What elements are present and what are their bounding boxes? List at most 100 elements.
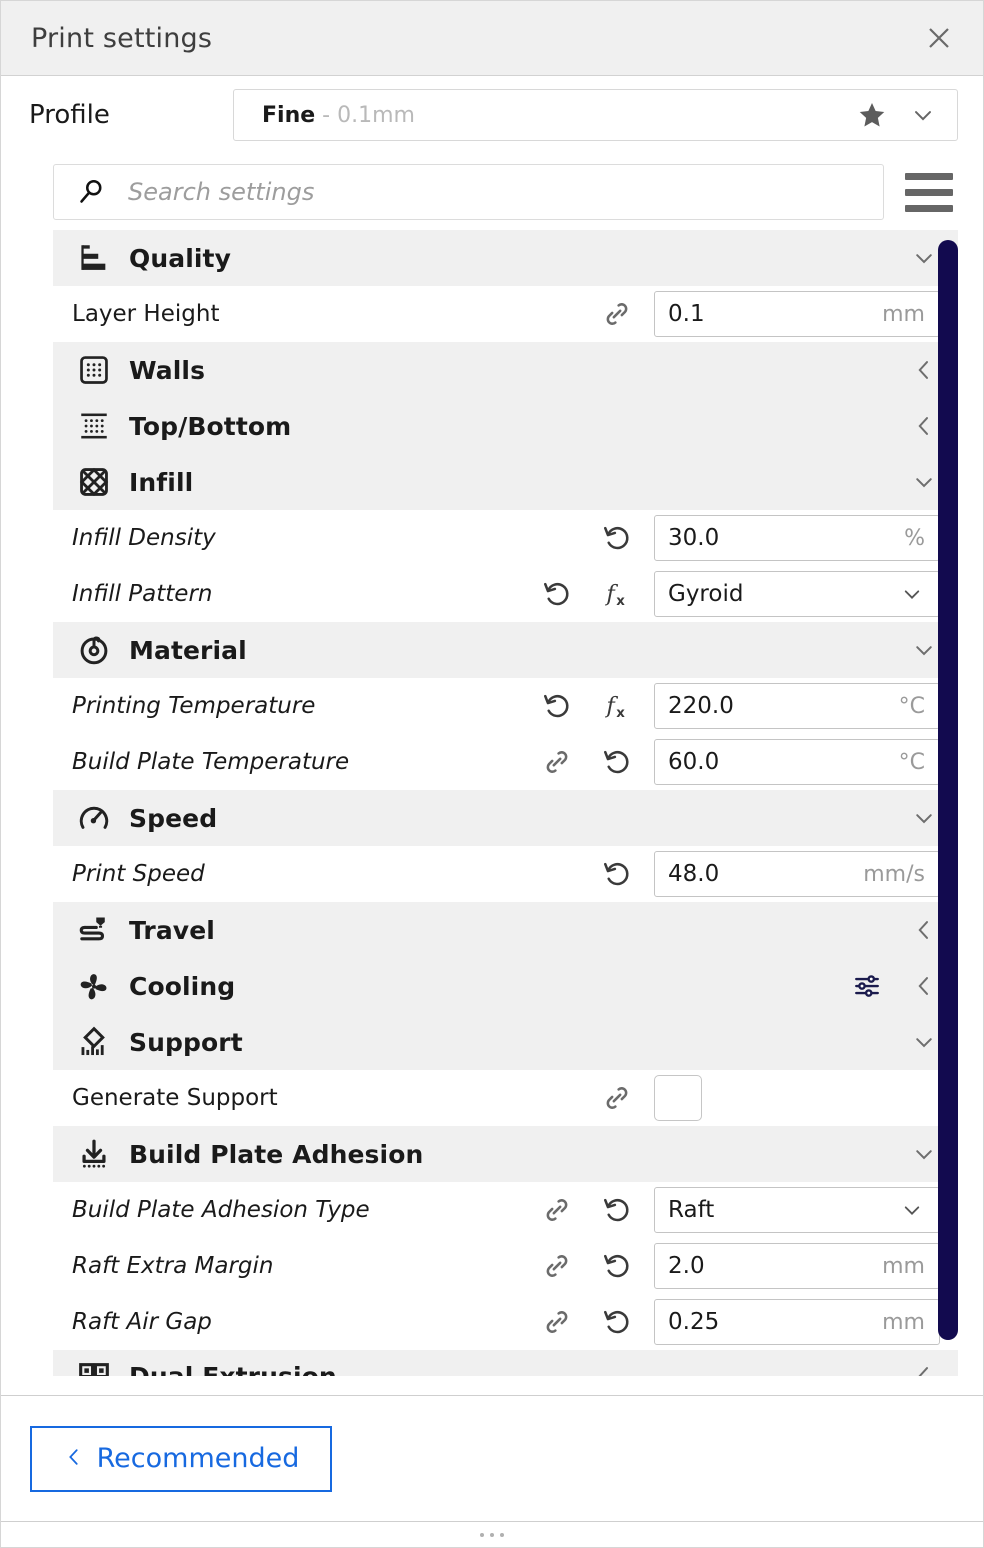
setting-label: Layer Height	[72, 301, 220, 327]
category-label: Support	[129, 1027, 243, 1057]
revert-icon[interactable]	[534, 683, 580, 729]
link-icon[interactable]	[534, 1299, 580, 1345]
settings-category-build-plate-adhesion[interactable]: Build Plate Adhesion	[53, 1126, 958, 1182]
build-plate-adhesion-icon	[65, 1137, 123, 1171]
settings-category-cooling[interactable]: Cooling	[53, 958, 958, 1014]
chevron-down-icon[interactable]	[893, 1197, 925, 1223]
revert-icon[interactable]	[594, 1299, 640, 1345]
settings-category-top-bottom[interactable]: Top/Bottom	[53, 398, 958, 454]
setting-dropdown[interactable]: Gyroid	[654, 571, 940, 617]
settings-category-material[interactable]: Material	[53, 622, 958, 678]
setting-value[interactable]: 0.25	[668, 1309, 876, 1335]
revert-icon[interactable]	[534, 571, 580, 617]
setting-unit: %	[904, 525, 925, 551]
settings-scrollbar[interactable]	[938, 240, 958, 1340]
setting-value-field[interactable]: 220.0 °C	[654, 683, 940, 729]
icon-slot-empty	[534, 851, 580, 897]
hamburger-bar	[905, 204, 953, 212]
search-box[interactable]	[53, 164, 884, 220]
recommended-button-label: Recommended	[96, 1443, 300, 1474]
category-label: Speed	[129, 803, 218, 833]
setting-row-raft-extra-margin[interactable]: Raft Extra Margin 2.0 mm	[53, 1238, 958, 1294]
setting-checkbox[interactable]	[654, 1075, 702, 1121]
revert-icon[interactable]	[594, 739, 640, 785]
settings-category-infill[interactable]: Infill	[53, 454, 958, 510]
resize-grip[interactable]	[1, 1521, 983, 1547]
setting-row-build-plate-temperature[interactable]: Build Plate Temperature 60.0 °C	[53, 734, 958, 790]
link-icon[interactable]	[594, 291, 640, 337]
icon-slot-empty	[534, 1075, 580, 1121]
search-row	[1, 154, 983, 230]
setting-value[interactable]: 0.1	[668, 301, 876, 327]
setting-value-field[interactable]: 0.25 mm	[654, 1299, 940, 1345]
close-icon[interactable]	[917, 16, 961, 60]
setting-value-field[interactable]: 0.1 mm	[654, 291, 940, 337]
setting-row-build-plate-adhesion-type[interactable]: Build Plate Adhesion Type Raft	[53, 1182, 958, 1238]
link-icon[interactable]	[534, 1243, 580, 1289]
settings-category-quality[interactable]: Quality	[53, 230, 958, 286]
settings-category-travel[interactable]: Travel	[53, 902, 958, 958]
settings-sliders-icon[interactable]	[852, 971, 882, 1001]
settings-category-speed[interactable]: Speed	[53, 790, 958, 846]
hamburger-menu-icon[interactable]	[900, 164, 958, 220]
material-icon	[65, 633, 123, 667]
revert-icon[interactable]	[594, 1243, 640, 1289]
formula-icon[interactable]: fx	[594, 571, 640, 617]
profile-dropdown[interactable]: Fine - 0.1mm	[233, 89, 958, 141]
search-input[interactable]	[128, 178, 867, 206]
revert-icon[interactable]	[594, 1187, 640, 1233]
setting-row-raft-air-gap[interactable]: Raft Air Gap 0.25 mm	[53, 1294, 958, 1350]
setting-value-field[interactable]: 60.0 °C	[654, 739, 940, 785]
profile-label: Profile	[29, 100, 110, 130]
setting-value-field[interactable]: 48.0 mm/s	[654, 851, 940, 897]
settings-category-walls[interactable]: Walls	[53, 342, 958, 398]
link-icon[interactable]	[534, 739, 580, 785]
setting-value[interactable]: 220.0	[668, 693, 893, 719]
star-icon[interactable]	[857, 100, 887, 130]
category-label: Build Plate Adhesion	[129, 1139, 424, 1169]
chevron-left-icon	[63, 1444, 85, 1474]
setting-unit: °C	[898, 693, 925, 719]
print-settings-dialog: Print settings Profile Fine - 0.1mm Sear…	[0, 0, 984, 1548]
settings-list: Quality Layer Height 0.1 mm Walls Top/Bottom I…	[53, 230, 958, 1376]
link-icon[interactable]	[594, 1075, 640, 1121]
setting-value[interactable]: Raft	[668, 1197, 893, 1223]
setting-unit: mm/s	[863, 861, 925, 887]
formula-icon[interactable]: fx	[594, 683, 640, 729]
chevron-down-icon[interactable]	[909, 101, 937, 129]
setting-unit: °C	[898, 749, 925, 775]
grip-dots	[480, 1532, 504, 1537]
category-label: Travel	[129, 915, 215, 945]
profile-row: Profile Fine - 0.1mm	[1, 76, 983, 154]
grip-dot	[490, 1532, 494, 1537]
link-icon[interactable]	[534, 1187, 580, 1233]
dialog-title: Print settings	[31, 22, 213, 54]
setting-value-field[interactable]: 2.0 mm	[654, 1243, 940, 1289]
setting-row-infill-pattern[interactable]: Infill Pattern f x Gyroid	[53, 566, 958, 622]
setting-row-infill-density[interactable]: Infill Density 30.0%	[53, 510, 958, 566]
chevron-down-icon[interactable]	[893, 581, 925, 607]
settings-category-support[interactable]: Support	[53, 1014, 958, 1070]
setting-row-generate-support[interactable]: Generate Support	[53, 1070, 958, 1126]
revert-icon[interactable]	[594, 515, 640, 561]
icon-slot-empty	[534, 515, 580, 561]
setting-row-layer-height[interactable]: Layer Height 0.1 mm	[53, 286, 958, 342]
setting-label: Infill Density	[72, 525, 216, 551]
setting-value[interactable]: 48.0	[668, 861, 857, 887]
setting-value[interactable]: 30.0	[668, 525, 898, 551]
setting-value[interactable]: 60.0	[668, 749, 893, 775]
setting-value-field[interactable]: 30.0%	[654, 515, 940, 561]
category-label: Walls	[129, 355, 206, 385]
settings-category-dual-extrusion[interactable]: Dual Extrusion	[53, 1350, 958, 1376]
travel-icon	[65, 913, 123, 947]
revert-icon[interactable]	[594, 851, 640, 897]
hamburger-bar	[905, 188, 953, 196]
recommended-button[interactable]: Recommended	[30, 1425, 332, 1492]
setting-value[interactable]: 2.0	[668, 1253, 876, 1279]
setting-row-print-speed[interactable]: Print Speed 48.0 mm/s	[53, 846, 958, 902]
chevron-left-icon[interactable]	[904, 1362, 944, 1376]
profile-name: Fine	[262, 102, 316, 128]
setting-dropdown[interactable]: Raft	[654, 1187, 940, 1233]
setting-row-printing-temperature[interactable]: Printing Temperature f x 220.0 °C	[53, 678, 958, 734]
setting-value[interactable]: Gyroid	[668, 581, 893, 607]
